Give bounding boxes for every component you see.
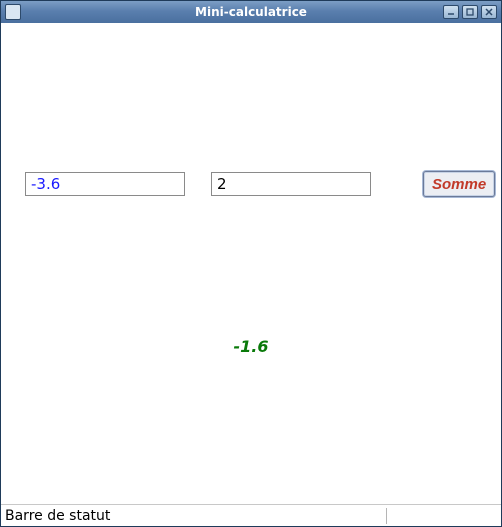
minimize-button[interactable] xyxy=(443,5,459,19)
result-label: -1.6 xyxy=(1,337,501,356)
maximize-button[interactable] xyxy=(462,5,478,19)
system-menu-icon[interactable] xyxy=(5,4,21,20)
window-title: Mini-calculatrice xyxy=(1,5,501,19)
client-area: Somme -1.6 xyxy=(1,23,501,504)
app-window: Mini-calculatrice Somme -1.6 Barre de st… xyxy=(0,0,502,527)
sum-button[interactable]: Somme xyxy=(423,171,495,197)
statusbar-panel xyxy=(387,505,497,526)
status-text: Barre de statut xyxy=(5,508,382,524)
title-bar: Mini-calculatrice xyxy=(1,1,501,23)
operand-b-input[interactable] xyxy=(211,172,371,196)
operand-a-input[interactable] xyxy=(25,172,185,196)
status-bar: Barre de statut xyxy=(1,504,501,526)
window-controls xyxy=(443,5,497,19)
input-row: Somme xyxy=(1,171,501,197)
close-button[interactable] xyxy=(481,5,497,19)
